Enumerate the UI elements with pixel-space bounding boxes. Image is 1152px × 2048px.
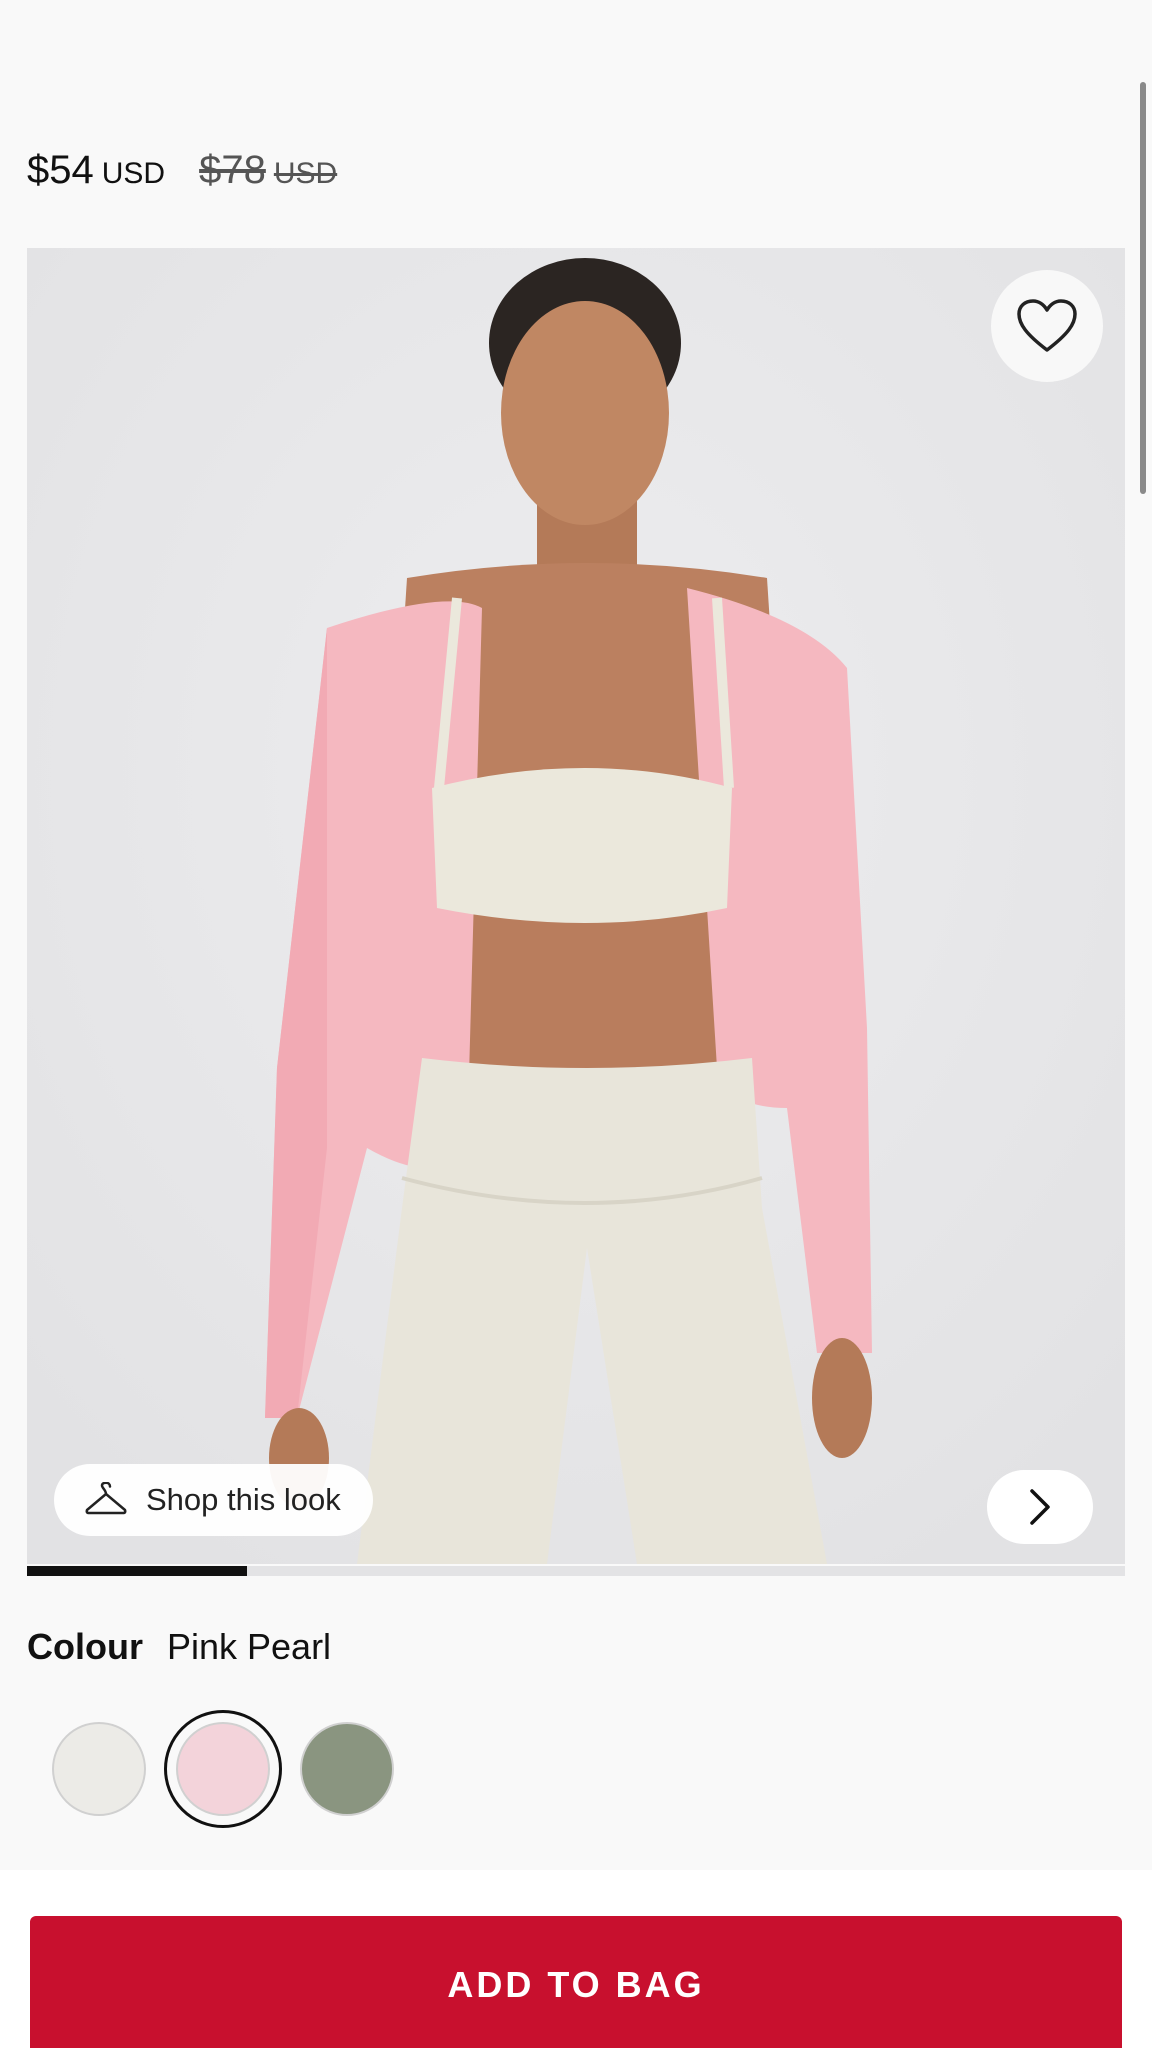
colour-swatch-1[interactable] [40, 1710, 158, 1828]
original-price: $78 [199, 148, 266, 192]
colour-selection-heading: Colour Pink Pearl [27, 1626, 331, 1668]
favorite-button[interactable] [991, 270, 1103, 382]
colour-swatches [40, 1710, 412, 1828]
add-to-bag-button[interactable]: ADD TO BAG [30, 1916, 1122, 2048]
colour-swatch-fill [52, 1722, 146, 1816]
colour-swatch-fill [176, 1722, 270, 1816]
current-price-currency: USD [101, 157, 166, 190]
colour-swatch-fill [300, 1722, 394, 1816]
product-page: $54 USD $78 USD Shop this look Colour Pi… [0, 0, 1152, 2048]
price-row: $54 USD $78 USD [27, 148, 337, 193]
original-price-currency: USD [273, 157, 338, 190]
current-price: $54 [27, 148, 94, 192]
selected-colour-name: Pink Pearl [166, 1626, 332, 1667]
scrollbar[interactable] [1140, 82, 1146, 494]
shop-this-look-button[interactable]: Shop this look [54, 1464, 373, 1536]
colour-swatch-3[interactable] [288, 1710, 406, 1828]
next-image-button[interactable] [987, 1470, 1093, 1544]
colour-swatch-2[interactable] [164, 1710, 282, 1828]
chevron-right-icon [1030, 1489, 1050, 1525]
product-photo [27, 248, 1125, 1564]
gallery-progress-fill [27, 1566, 247, 1576]
colour-label: Colour [27, 1626, 143, 1667]
heart-icon [1017, 299, 1077, 352]
gallery-progress-bar [27, 1566, 1125, 1576]
hanger-icon [85, 1482, 127, 1515]
shop-this-look-label: Shop this look [146, 1482, 341, 1517]
product-image-gallery[interactable]: Shop this look [27, 248, 1125, 1564]
